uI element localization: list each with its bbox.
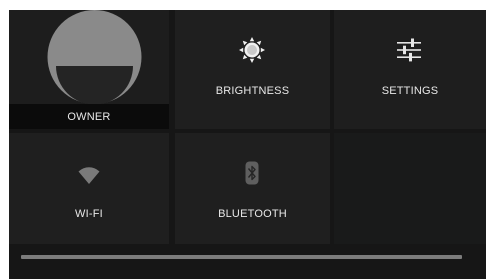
sun-icon	[239, 37, 265, 63]
brightness-label: BRIGHTNESS	[215, 85, 290, 97]
empty-tile	[334, 133, 486, 244]
user-avatar-icon	[47, 10, 142, 104]
quick-settings-panel: OWNER BRIGHTNESS SETTINGS WI-FI BLUETOOT…	[9, 10, 486, 279]
owner-label: OWNER	[67, 111, 111, 123]
wifi-label: WI-FI	[75, 208, 103, 220]
bluetooth-icon	[245, 161, 259, 185]
screen: OWNER BRIGHTNESS SETTINGS WI-FI BLUETOOT…	[0, 0, 486, 279]
bluetooth-label: BLUETOOTH	[218, 208, 287, 220]
wifi-icon	[78, 167, 100, 184]
owner-tile[interactable]: OWNER	[9, 10, 169, 129]
panel-drag-handle[interactable]	[21, 255, 462, 259]
wifi-tile[interactable]: WI-FI	[9, 133, 169, 244]
brightness-tile[interactable]: BRIGHTNESS	[175, 10, 330, 129]
settings-label: SETTINGS	[381, 85, 439, 97]
sliders-icon	[397, 38, 421, 62]
bluetooth-tile[interactable]: BLUETOOTH	[175, 133, 330, 244]
settings-tile[interactable]: SETTINGS	[334, 10, 486, 129]
